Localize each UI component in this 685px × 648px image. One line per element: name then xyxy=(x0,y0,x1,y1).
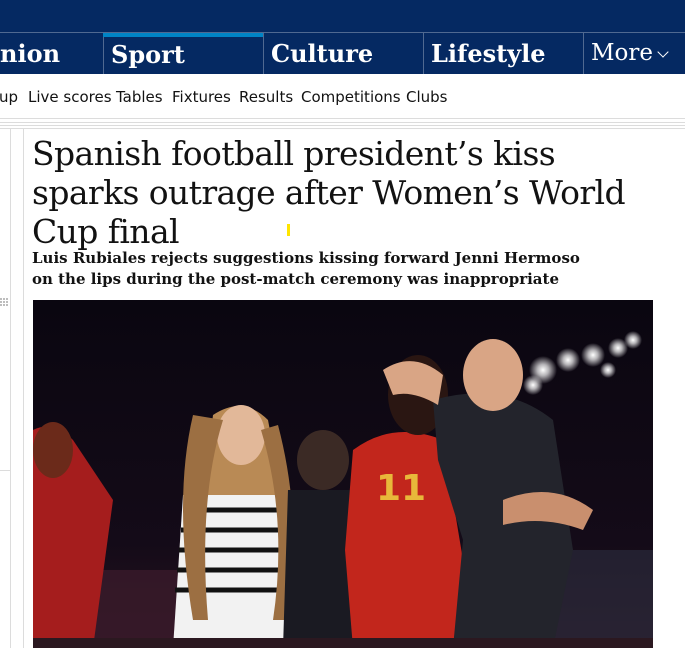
left-column-rule xyxy=(0,470,10,471)
subnav-item-clubs[interactable]: Clubs xyxy=(406,88,447,106)
content-column-divider xyxy=(23,129,24,648)
subnav-item-live-scores[interactable]: Live scores xyxy=(28,88,112,106)
chevron-down-icon xyxy=(657,46,669,58)
nav-pillar-label: nion xyxy=(0,39,61,68)
left-column-divider xyxy=(10,129,11,648)
nav-pillar-label: Lifestyle xyxy=(431,39,546,68)
hero-image: 11 xyxy=(33,300,653,648)
nav-more-label: More xyxy=(591,40,654,66)
top-strip xyxy=(0,0,685,32)
nav-pillar-sport[interactable]: Sport xyxy=(103,33,263,74)
nav-pillar-label: Culture xyxy=(271,39,374,68)
section-rule xyxy=(0,128,685,129)
pillar-separator xyxy=(583,33,584,74)
subnav-item-competitions[interactable]: Competitions xyxy=(301,88,401,106)
subnav-item-tables[interactable]: Tables xyxy=(116,88,163,106)
top-nav-bar: nion Sport Culture Lifestyle More xyxy=(0,0,685,74)
nav-more-menu[interactable]: More xyxy=(583,33,685,74)
shirt-number: 11 xyxy=(376,468,426,509)
section-rule xyxy=(0,125,685,126)
hero-illustration: 11 xyxy=(33,300,653,648)
subnav-item-fixtures[interactable]: Fixtures xyxy=(172,88,231,106)
article-headline: Spanish football president’s kiss sparks… xyxy=(32,134,626,251)
nav-pillar-lifestyle[interactable]: Lifestyle xyxy=(423,33,583,74)
subnav-item-world-cup[interactable]: up xyxy=(0,88,18,106)
nav-pillar-culture[interactable]: Culture xyxy=(263,33,423,74)
nav-pillar-opinion[interactable]: nion xyxy=(0,33,103,74)
section-rule xyxy=(0,122,685,123)
subnav-item-results[interactable]: Results xyxy=(239,88,293,106)
grid-icon xyxy=(0,298,9,307)
pillar-separator xyxy=(103,37,104,74)
sport-subnav: up Live scores Tables Fixtures Results C… xyxy=(0,74,685,119)
pillar-separator xyxy=(263,33,264,74)
article-standfirst: Luis Rubiales rejects suggestions kissin… xyxy=(32,249,580,288)
nav-pillar-label: Sport xyxy=(111,40,185,69)
pillar-separator xyxy=(423,33,424,74)
headline-accent-bar xyxy=(287,224,290,236)
